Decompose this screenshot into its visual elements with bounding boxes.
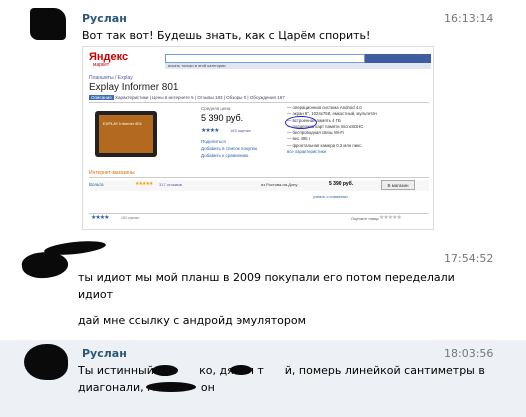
image-label: EXPLAY Informer 801	[103, 121, 142, 126]
product-tabs: Описание Характеристики | Цены в интерне…	[89, 95, 285, 100]
share-link: Поделиться	[201, 139, 226, 144]
redaction-mark	[230, 365, 252, 375]
avatar	[30, 8, 66, 40]
footer-rating: 183 оценки	[121, 216, 140, 220]
price-alert-link: узнать о снижении	[313, 194, 348, 199]
footer-stars: ★★★★	[91, 215, 109, 221]
redaction-mark	[146, 382, 196, 392]
attached-screenshot[interactable]: Яндекс маркет искать только в этой катег…	[82, 46, 434, 230]
market-label: маркет	[93, 62, 110, 68]
shop-city: из Ростова-на-Дону	[261, 182, 298, 187]
redaction-mark	[152, 365, 178, 376]
search-options: искать только в этой категории	[165, 63, 431, 69]
author-name[interactable]: Руслан	[82, 347, 127, 360]
product-image: EXPLAY Informer 801	[95, 111, 157, 157]
message-text: Ты истинный е ко, дятел т й, померь лине…	[78, 364, 485, 377]
divider	[89, 177, 429, 178]
compare-link: Добавить к сравнению	[201, 153, 249, 158]
highlight-circle	[285, 116, 317, 129]
redacted-name	[43, 238, 107, 258]
rating-stars: ★★★★	[201, 128, 219, 134]
message-2: 17:54:52 ты идиот мы мой планш в 2009 по…	[0, 238, 526, 338]
shop-stars: ★★★★★	[135, 181, 153, 187]
divider	[89, 102, 429, 103]
all-specs-link: все характеристики	[287, 149, 327, 155]
price: 5 390 руб.	[201, 113, 244, 123]
timestamp[interactable]: 16:13:14	[444, 12, 493, 25]
shop-name: Вольта	[89, 182, 104, 187]
search-field	[165, 54, 365, 63]
rate-stars: ★★★★★	[379, 215, 402, 221]
shop-reviews: 317 отзывов	[159, 182, 182, 187]
tab-description: Описание	[89, 95, 114, 100]
message-text: ты идиот мы мой планш в 2009 покупали ег…	[78, 271, 455, 284]
breadcrumb: Планшеты / Explay	[89, 75, 133, 81]
message-text: идиот	[78, 288, 114, 301]
avatar	[24, 344, 68, 380]
to-shop-button: В магазин	[381, 180, 415, 190]
add-to-list-link: Добавить в список покупок	[201, 146, 258, 151]
spec-list: — операционная система Android 4.0 — экр…	[287, 105, 377, 155]
tab-list: Характеристики | Цены в интернете 5 | От…	[114, 95, 285, 100]
message-text: дай мне ссылку с андройд эмулятором	[78, 314, 306, 327]
rate-label: Оцените товар	[351, 216, 379, 221]
price-label: Средняя цена	[201, 106, 231, 111]
timestamp[interactable]: 18:03:56	[444, 347, 493, 360]
divider	[89, 213, 429, 214]
shops-heading: Интернет-магазины	[89, 170, 135, 176]
timestamp[interactable]: 17:54:52	[444, 252, 493, 265]
message-text: Вот так вот! Будешь знать, как с Царём с…	[82, 29, 371, 42]
message-3: Руслан 18:03:56 Ты истинный е ко, дятел …	[0, 340, 526, 417]
product-title: Explay Informer 801	[89, 82, 179, 93]
rating-count: 183 оценки	[230, 128, 251, 133]
message-1: Руслан 16:13:14 Вот так вот! Будешь знат…	[0, 0, 526, 240]
shop-price: 5 390 руб.	[329, 181, 354, 187]
search-button	[365, 54, 431, 63]
author-name[interactable]: Руслан	[82, 12, 127, 25]
